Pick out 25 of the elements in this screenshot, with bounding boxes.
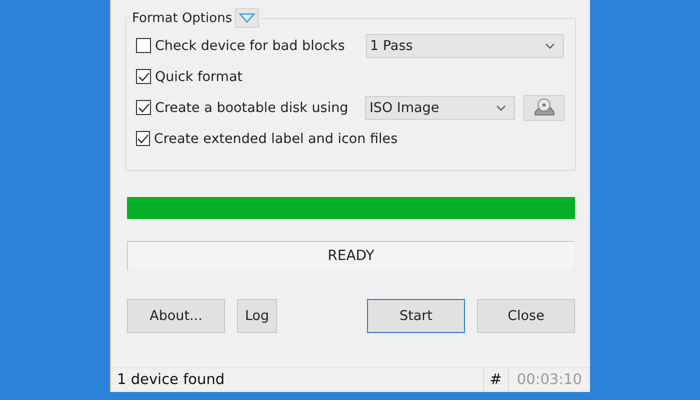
checkbox[interactable] xyxy=(136,38,151,53)
dropdown[interactable]: ISO Image xyxy=(365,96,516,120)
dialog-button[interactable]: Close xyxy=(477,299,575,333)
status-field: READY xyxy=(127,241,575,271)
disk-image-button[interactable] xyxy=(523,94,565,120)
chevron-icon xyxy=(496,104,506,110)
dropdown[interactable]: 1 Pass xyxy=(366,34,564,58)
elapsed-time: 00:03:10 xyxy=(516,372,583,388)
option-label: Check device for bad blocks xyxy=(155,38,345,54)
option-label: Create a bootable disk using xyxy=(155,100,348,116)
checkbox[interactable] xyxy=(136,131,150,146)
expand-toggle[interactable] xyxy=(235,8,260,28)
option-label: Create extended label and icon files xyxy=(154,130,398,146)
dialog-button[interactable]: About... xyxy=(127,299,225,333)
status-text: 1 device found xyxy=(116,372,226,388)
checkbox[interactable] xyxy=(136,69,151,84)
checkbox[interactable] xyxy=(136,100,151,115)
dialog-button[interactable]: Start xyxy=(367,299,465,333)
triangle-icon xyxy=(238,12,256,24)
option-label: Quick format xyxy=(155,68,243,84)
dialog-button[interactable]: Log xyxy=(237,299,277,333)
disc-drive-icon xyxy=(533,98,556,118)
group-title: Format Options xyxy=(132,10,232,26)
hash-label: # xyxy=(482,368,509,392)
chevron-icon xyxy=(545,42,555,48)
